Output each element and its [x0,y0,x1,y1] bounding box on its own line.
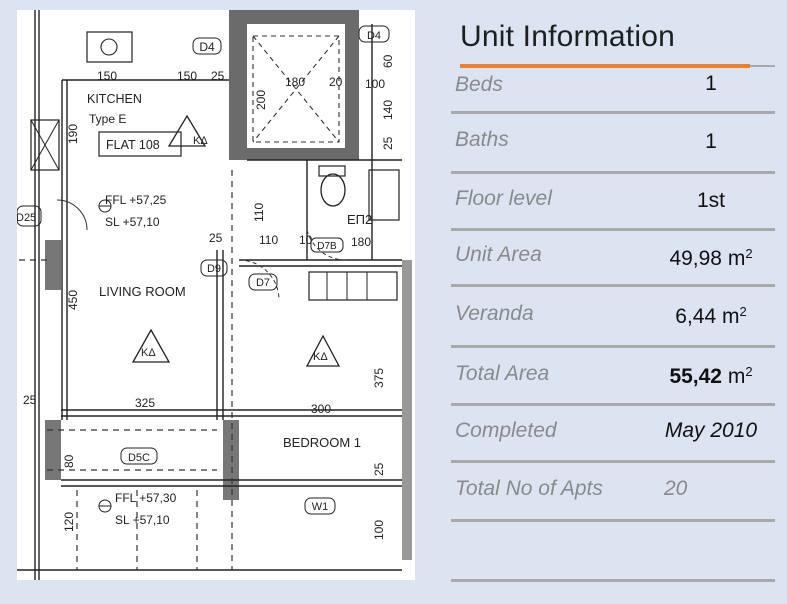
dimension: 300 [311,402,331,416]
type-label: Type E [89,112,126,126]
divider [451,460,775,463]
divider [451,345,775,348]
flat-label: FLAT 108 [106,138,160,152]
floor-plan-drawing: D4 D4 KITCHEN Type E FLAT 108 ΚΔ ΚΔ ΚΔ F… [17,10,412,580]
door-tag: D5C [128,452,150,464]
dimension: 100 [365,77,385,91]
door-tag: D4 [199,40,215,54]
row-value: 1 [705,130,717,153]
row-label: Beds [455,73,503,96]
bedroom-label: BEDROOM 1 [283,435,361,450]
ka-label: ΚΔ [141,347,156,359]
wall [45,240,61,290]
living-room-label: LIVING ROOM [99,284,186,299]
panel-title: Unit Information [460,20,675,53]
dimension: 25 [23,393,37,407]
dimension: 10 [299,233,313,247]
dimension: 25 [211,69,225,83]
row-value: 1 [705,72,717,95]
fixture-label: ΕΠ2 [347,212,372,227]
door-tag: D9 [207,263,221,275]
row-value: 20 [664,477,688,500]
dimension: 150 [177,69,197,83]
dimension: 325 [135,396,155,410]
wall [45,420,61,480]
dimension: 190 [66,124,80,144]
dimension: 140 [381,100,395,120]
row-value: 49,98 m2 [669,246,753,270]
door-tag: D7B [317,241,337,252]
ffl-label: FFL +57,25 [105,193,167,207]
window-tag: W1 [312,501,329,513]
wall [345,10,359,160]
ka-label: ΚΔ [193,135,208,147]
row-label: Baths [455,128,509,151]
dimension: 20 [329,75,343,89]
divider [451,579,775,582]
dimension: 180 [351,235,371,249]
wall [229,10,247,160]
dimension: 25 [381,136,395,150]
title-underline [460,64,750,68]
row-value: 55,42 m2 [669,364,753,388]
dimension: 110 [252,203,266,222]
row-label: Completed [455,419,557,442]
kitchen-label: KITCHEN [87,92,142,106]
wall [402,260,412,560]
divider [451,111,775,114]
dimension: 100 [372,520,386,540]
divider [451,228,775,231]
row-label: Floor level [455,187,552,210]
wall [229,148,359,160]
dimension: 450 [66,290,80,310]
door-tag: D7 [256,277,270,289]
dimension: 60 [381,54,395,68]
floor-plan: D4 D4 KITCHEN Type E FLAT 108 ΚΔ ΚΔ ΚΔ F… [17,10,415,580]
divider [451,284,775,287]
dimension: 150 [97,69,117,83]
ka-label: ΚΔ [313,351,328,363]
row-value: May 2010 [664,419,758,442]
dimension: 180 [285,75,305,89]
door-tag: D4 [367,30,381,42]
door-tag: D25 [17,212,36,224]
row-label: Unit Area [455,243,542,266]
ffl-label: FFL +57,30 [115,491,177,505]
sl-label: SL +57,10 [105,215,160,229]
row-label: Total Area [455,362,550,385]
row-label: Total No of Apts [455,477,603,500]
dimension: 200 [254,90,268,110]
dimension: 25 [372,462,386,476]
divider [451,519,775,522]
sl-label: SL +57,10 [115,513,170,527]
dimension: 120 [62,512,76,532]
wall [223,420,239,500]
row-value: 6,44 m2 [675,304,747,328]
dimension: 110 [259,233,278,247]
row-value: 1st [696,189,725,212]
dimension: 80 [62,454,76,468]
dimension: 375 [372,368,386,388]
row-label: Veranda [455,302,534,325]
divider [451,171,775,174]
divider [750,65,775,67]
dimension: 25 [209,231,223,245]
divider [451,403,775,406]
wall [229,10,359,24]
